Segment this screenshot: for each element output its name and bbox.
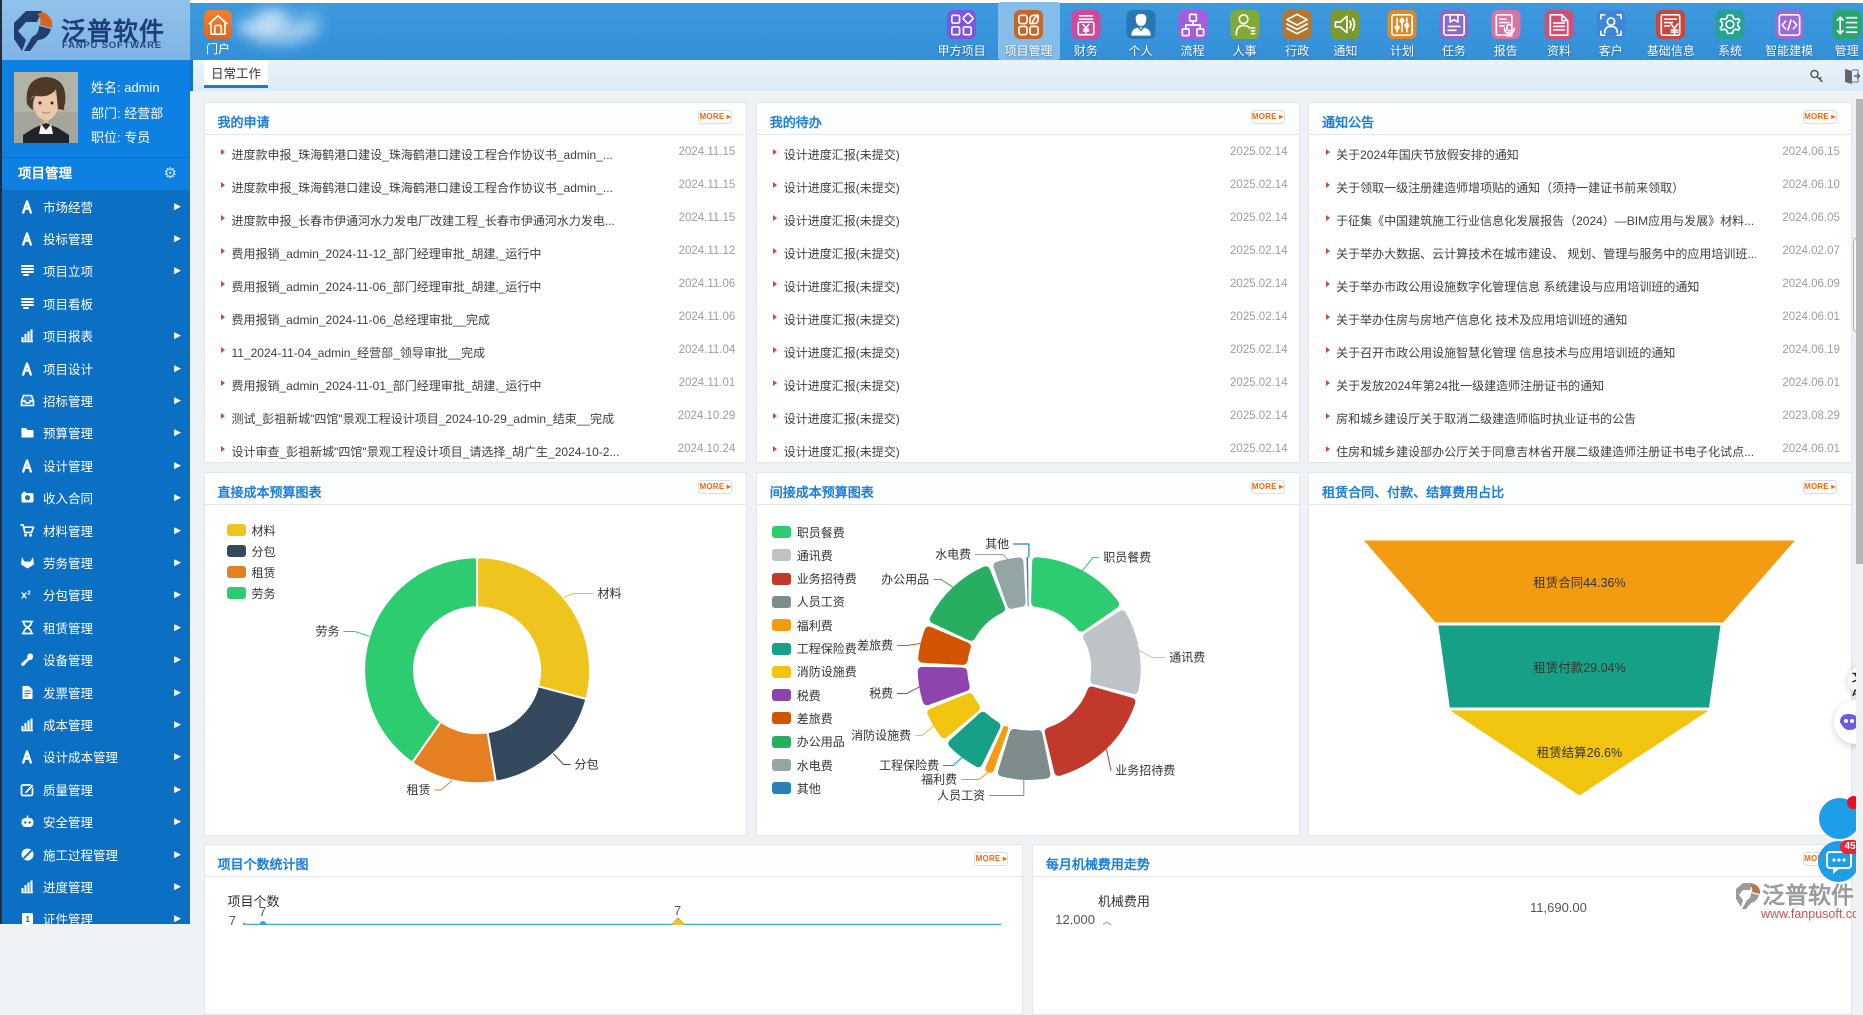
svg-text:7: 7: [674, 903, 681, 918]
svg-text:12,000: 12,000: [1055, 912, 1095, 925]
svg-text:其他: 其他: [985, 537, 1009, 551]
svg-text:1: 1: [25, 914, 30, 924]
svg-text:消防设施费: 消防设施费: [851, 727, 911, 742]
svg-text:租赁付款29.04%: 租赁付款29.04%: [1533, 661, 1625, 675]
svg-text:职员餐费: 职员餐费: [1103, 549, 1151, 564]
svg-text:通讯费: 通讯费: [1169, 650, 1205, 664]
svg-text:x²: x²: [21, 590, 31, 602]
svg-text:分包: 分包: [574, 757, 598, 771]
svg-text:劳务: 劳务: [315, 623, 339, 638]
svg-text:7: 7: [259, 904, 266, 919]
svg-text:泛普软件: 泛普软件: [1762, 882, 1854, 908]
svg-text:租赁: 租赁: [406, 783, 430, 797]
svg-text:11,690.00: 11,690.00: [1530, 900, 1587, 915]
svg-text:水电费: 水电费: [935, 547, 971, 561]
svg-text:租赁合同44.36%: 租赁合同44.36%: [1533, 575, 1625, 590]
svg-text:差旅费: 差旅费: [857, 638, 893, 652]
svg-text:材料: 材料: [597, 586, 621, 600]
svg-text:工程保险费: 工程保险费: [879, 757, 939, 772]
svg-text:业务招待费: 业务招待费: [1115, 762, 1175, 777]
svg-text:www.fanpusoft.com: www.fanpusoft.com: [1760, 907, 1863, 921]
svg-text:办公用品: 办公用品: [881, 571, 929, 586]
svg-text:7: 7: [228, 913, 235, 925]
svg-text:人员工资: 人员工资: [937, 788, 985, 802]
svg-text:租赁结算26.6%: 租赁结算26.6%: [1537, 745, 1622, 760]
svg-text:税费: 税费: [869, 686, 893, 700]
svg-text:福利费: 福利费: [921, 771, 957, 786]
